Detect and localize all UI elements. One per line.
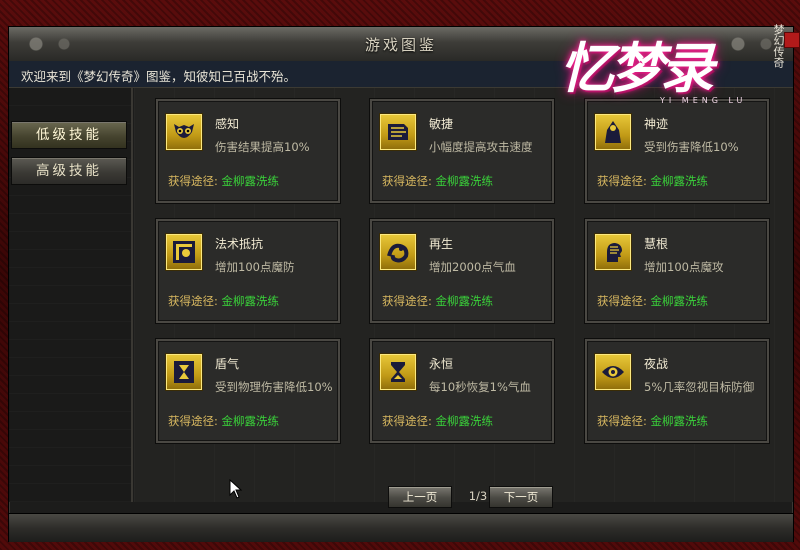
skill-desc: 受到物理伤害降低10% (215, 380, 333, 394)
source-label: 获得途径: (168, 414, 218, 428)
skill-card[interactable]: 再生 增加2000点气血 获得途径: 金柳露洗练 (370, 219, 554, 323)
source-label: 获得途径: (382, 174, 432, 188)
source-label: 获得途径: (597, 294, 647, 308)
skill-name: 慧根 (644, 237, 669, 251)
skill-name: 盾气 (215, 357, 240, 371)
skill-name: 永恒 (429, 357, 454, 371)
next-page-button[interactable]: 下一页 (489, 486, 553, 508)
sidebar-item-low-skills[interactable]: 低级技能 (11, 121, 127, 149)
owl-icon (165, 113, 203, 151)
skill-name: 法术抵抗 (215, 237, 264, 251)
logo-subtitle: YI MENG LU (660, 96, 747, 105)
prev-page-button[interactable]: 上一页 (388, 486, 452, 508)
logo-side-text: 梦幻传奇 (772, 24, 785, 68)
regen-creature-icon (379, 233, 417, 271)
skill-card[interactable]: 感知 伤害结果提高10% 获得途径: 金柳露洗练 (156, 99, 340, 203)
skill-source: 获得途径: 金柳露洗练 (382, 293, 493, 309)
skill-desc: 增加100点魔防 (215, 260, 295, 274)
skill-desc: 增加2000点气血 (429, 260, 516, 274)
speed-scroll-icon (379, 113, 417, 151)
holy-figure-icon (594, 113, 632, 151)
skill-source: 获得途径: 金柳露洗练 (168, 173, 279, 189)
skill-card[interactable]: 永恒 每10秒恢复1%气血 获得途径: 金柳露洗练 (370, 339, 554, 443)
skill-source: 获得途径: 金柳露洗练 (597, 173, 708, 189)
mouse-cursor-icon (229, 479, 243, 499)
skill-desc: 伤害结果提高10% (215, 140, 310, 154)
skill-name: 再生 (429, 237, 454, 251)
skill-source: 获得途径: 金柳露洗练 (382, 173, 493, 189)
skill-grid: 感知 伤害结果提高10% 获得途径: 金柳露洗练 敏捷 小幅度提高攻击速度 获得… (134, 88, 793, 508)
source-value: 金柳露洗练 (435, 414, 494, 428)
sidebar: 低级技能 高级技能 (9, 88, 133, 502)
source-value: 金柳露洗练 (435, 294, 494, 308)
skill-desc: 受到伤害降低10% (644, 140, 739, 154)
skill-source: 获得途径: 金柳露洗练 (168, 293, 279, 309)
logo-seal (784, 32, 800, 48)
source-value: 金柳露洗练 (221, 414, 280, 428)
shield-hourglass-icon (165, 353, 203, 391)
skill-desc: 增加100点魔攻 (644, 260, 724, 274)
bottom-bar (9, 513, 793, 542)
sidebar-item-high-skills[interactable]: 高级技能 (11, 157, 127, 185)
logo-title: 忆梦录 (560, 36, 714, 100)
source-value: 金柳露洗练 (221, 294, 280, 308)
source-label: 获得途径: (597, 414, 647, 428)
skill-source: 获得途径: 金柳露洗练 (597, 293, 708, 309)
skill-desc: 小幅度提高攻击速度 (429, 140, 533, 154)
magic-resist-icon (165, 233, 203, 271)
source-value: 金柳露洗练 (650, 294, 709, 308)
skill-card[interactable]: 敏捷 小幅度提高攻击速度 获得途径: 金柳露洗练 (370, 99, 554, 203)
hourglass-icon (379, 353, 417, 391)
skill-name: 敏捷 (429, 117, 454, 131)
welcome-text: 欢迎来到《梦幻传奇》图鉴，知彼知己百战不殆。 (21, 69, 297, 84)
skill-name: 夜战 (644, 357, 669, 371)
source-value: 金柳露洗练 (221, 174, 280, 188)
source-value: 金柳露洗练 (650, 174, 709, 188)
source-value: 金柳露洗练 (650, 414, 709, 428)
source-value: 金柳露洗练 (435, 174, 494, 188)
skill-name: 感知 (215, 117, 240, 131)
skill-source: 获得途径: 金柳露洗练 (168, 413, 279, 429)
skill-source: 获得途径: 金柳露洗练 (597, 413, 708, 429)
game-logo: 忆梦录 YI MENG LU 梦幻传奇 (556, 18, 800, 118)
eye-icon (594, 353, 632, 391)
source-label: 获得途径: (382, 294, 432, 308)
source-label: 获得途径: (168, 294, 218, 308)
skill-card[interactable]: 慧根 增加100点魔攻 获得途径: 金柳露洗练 (585, 219, 769, 323)
source-label: 获得途径: (382, 414, 432, 428)
skill-card[interactable]: 法术抵抗 增加100点魔防 获得途径: 金柳露洗练 (156, 219, 340, 323)
skill-desc: 每10秒恢复1%气血 (429, 380, 531, 394)
source-label: 获得途径: (597, 174, 647, 188)
skill-card[interactable]: 夜战 5%几率忽视目标防御 获得途径: 金柳露洗练 (585, 339, 769, 443)
source-label: 获得途径: (168, 174, 218, 188)
skill-card[interactable]: 盾气 受到物理伤害降低10% 获得途径: 金柳露洗练 (156, 339, 340, 443)
skill-source: 获得途径: 金柳露洗练 (382, 413, 493, 429)
wisdom-head-icon (594, 233, 632, 271)
skill-desc: 5%几率忽视目标防御 (644, 380, 755, 394)
